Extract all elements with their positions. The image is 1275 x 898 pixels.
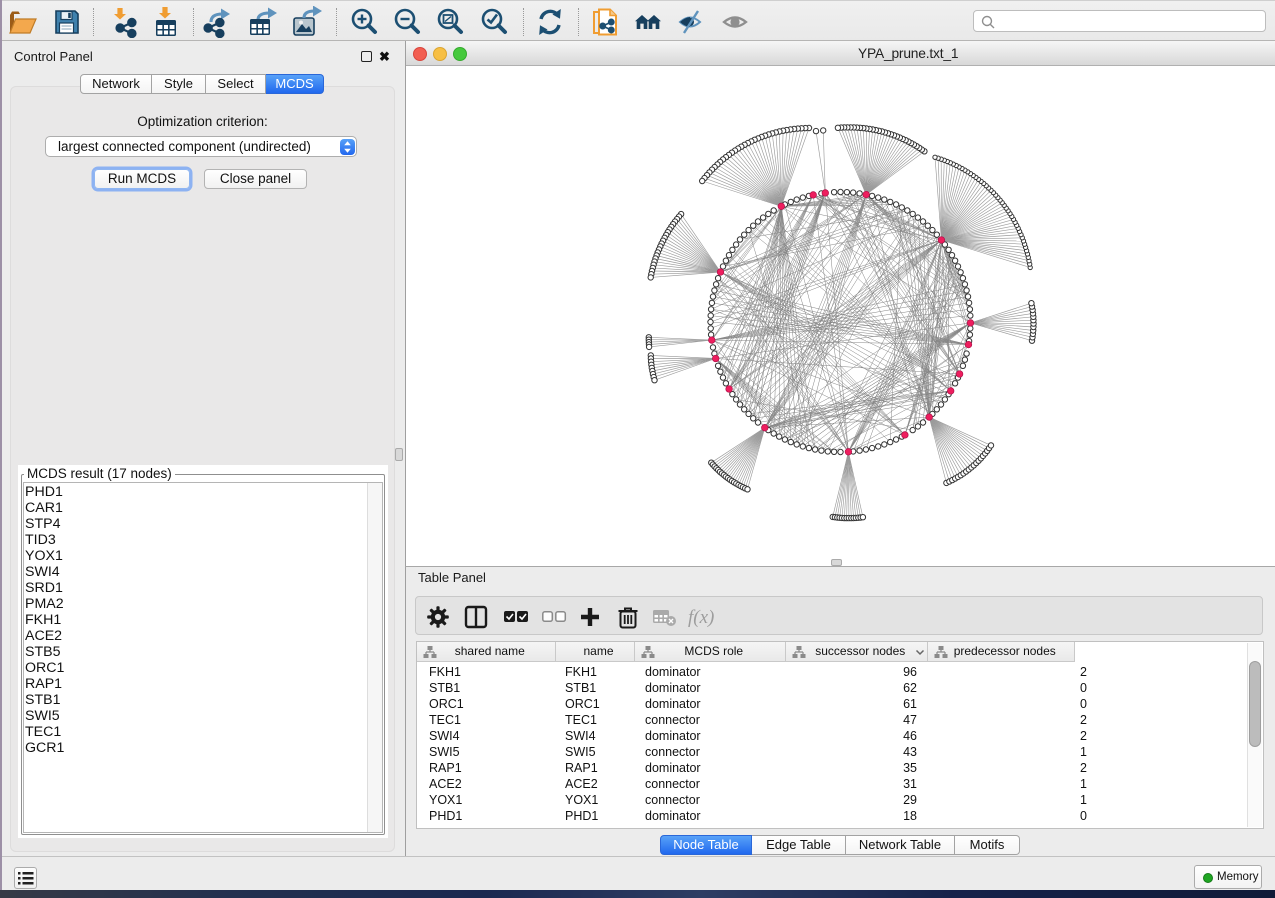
svg-text:f(x): f(x)	[688, 607, 714, 628]
